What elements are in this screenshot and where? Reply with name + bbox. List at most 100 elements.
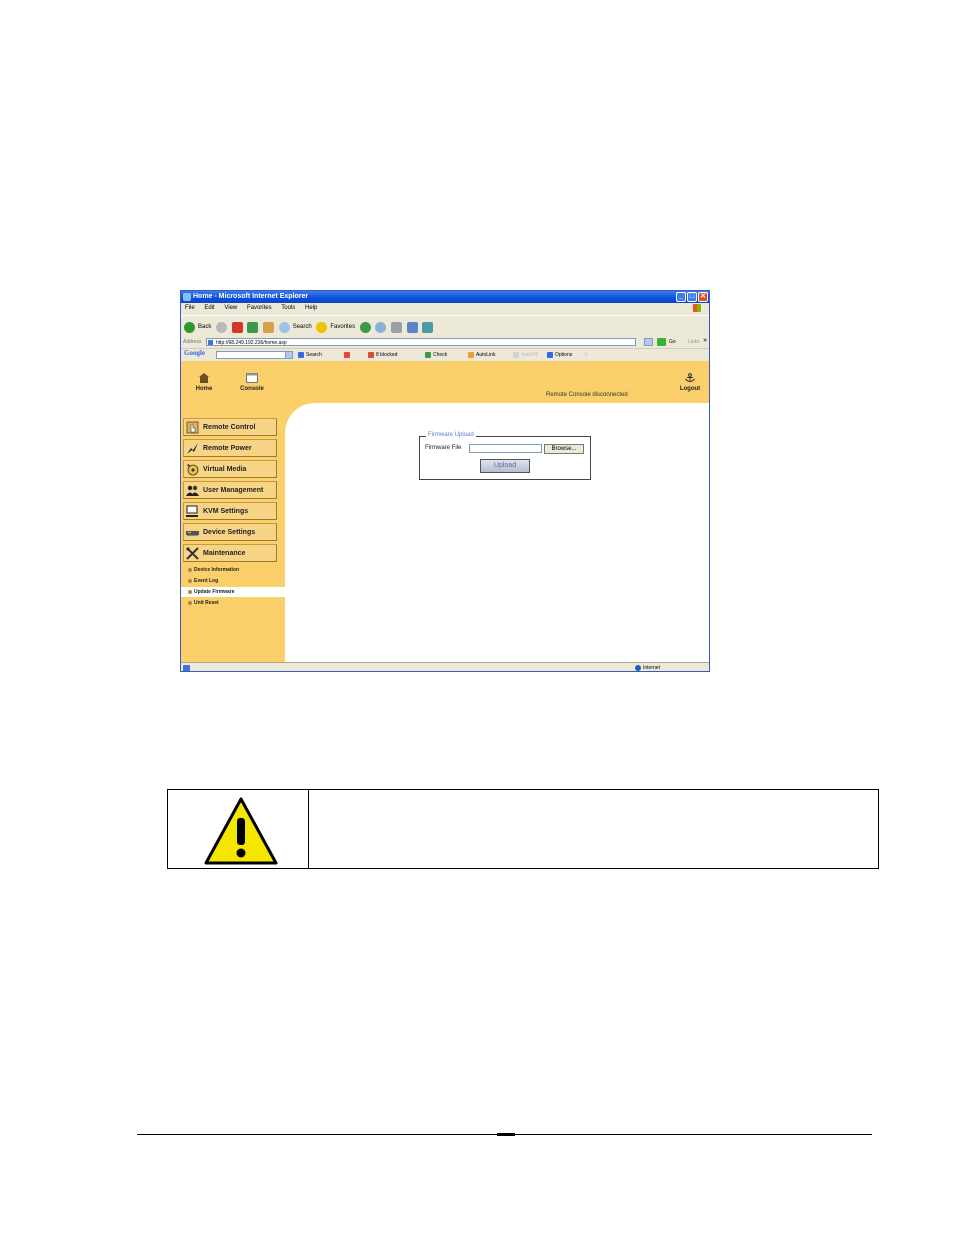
window-title: Home - Microsoft Internet Explorer bbox=[193, 293, 309, 300]
edit-icon[interactable] bbox=[406, 321, 418, 333]
logout-nav[interactable]: Logout bbox=[677, 373, 703, 392]
firmware-upload-form: Firmware Upload Firmware File Browse... … bbox=[419, 432, 591, 480]
links-button[interactable]: Links bbox=[688, 337, 700, 348]
console-status: Remote Console disconnected bbox=[546, 392, 628, 398]
search-icon[interactable] bbox=[278, 321, 290, 333]
google-toolbar: Google Search 8 blocked Check AutoLink A… bbox=[181, 348, 709, 361]
google-dropdown[interactable] bbox=[285, 351, 293, 359]
abc-check-icon bbox=[425, 351, 431, 358]
favorites-button[interactable]: Favorites bbox=[330, 316, 355, 338]
home-icon[interactable] bbox=[263, 321, 275, 333]
page-icon bbox=[208, 340, 213, 345]
firmware-file-input[interactable] bbox=[469, 444, 542, 453]
submenu-event-log[interactable]: Event Log bbox=[181, 576, 285, 586]
menu-view[interactable]: View bbox=[224, 305, 237, 311]
ie-icon bbox=[183, 293, 191, 301]
menu-edit[interactable]: Edit bbox=[204, 305, 214, 311]
warning-table bbox=[167, 789, 879, 869]
pencil-icon[interactable]: ✎ bbox=[584, 349, 588, 361]
bullet-icon bbox=[188, 578, 192, 583]
anchor-icon bbox=[685, 373, 695, 382]
google-search-button[interactable]: Search bbox=[298, 349, 322, 361]
menu-remote-control[interactable]: Remote Control bbox=[183, 418, 277, 436]
autofill-icon bbox=[513, 351, 519, 358]
history-icon[interactable] bbox=[359, 321, 371, 333]
menu-device-settings[interactable]: Device Settings bbox=[183, 523, 277, 541]
google-options-button[interactable]: Options bbox=[547, 349, 572, 361]
messenger-icon[interactable] bbox=[422, 321, 434, 333]
autolink-button[interactable]: AutoLink bbox=[468, 349, 495, 361]
spell-check-button[interactable]: Check bbox=[425, 349, 447, 361]
warning-triangle-icon bbox=[204, 797, 278, 865]
go-button[interactable]: Go bbox=[669, 337, 676, 348]
search-button[interactable]: Search bbox=[293, 316, 312, 338]
go-arrow-icon[interactable] bbox=[657, 338, 666, 346]
browser-window: Home - Microsoft Internet Explorer _ □ ✕ F… bbox=[180, 290, 710, 672]
back-button[interactable]: Back bbox=[198, 316, 211, 338]
menu-label-remote-control: Remote Control bbox=[203, 424, 256, 431]
disc-icon bbox=[186, 463, 199, 476]
mail-icon[interactable] bbox=[375, 321, 387, 333]
submenu-update-firmware[interactable]: Update Firmware bbox=[181, 587, 285, 597]
logout-nav-label: Logout bbox=[679, 386, 701, 392]
menu-label-kvm-settings: KVM Settings bbox=[203, 508, 249, 515]
menu-bar: File Edit View Favorites Tools Help bbox=[181, 303, 709, 313]
google-news-icon[interactable] bbox=[344, 349, 352, 361]
forward-arrow-icon[interactable] bbox=[216, 321, 228, 333]
console-nav[interactable]: Console bbox=[238, 373, 266, 392]
header-curve bbox=[285, 403, 345, 463]
menu-label-maintenance: Maintenance bbox=[203, 550, 246, 557]
star-icon[interactable] bbox=[316, 321, 328, 333]
menu-tools[interactable]: Tools bbox=[281, 305, 295, 311]
home-nav[interactable]: Home bbox=[193, 373, 215, 392]
google-logo[interactable]: Google bbox=[184, 349, 205, 357]
stop-icon[interactable] bbox=[231, 321, 243, 333]
menu-label-virtual-media: Virtual Media bbox=[203, 466, 247, 473]
menu-virtual-media[interactable]: Virtual Media bbox=[183, 460, 277, 478]
globe-icon bbox=[635, 664, 641, 671]
popup-block-icon bbox=[368, 351, 374, 358]
tools-icon bbox=[186, 547, 199, 560]
firmware-file-label: Firmware File bbox=[425, 445, 462, 451]
browse-button[interactable]: Browse... bbox=[544, 444, 584, 454]
address-dropdown[interactable] bbox=[644, 338, 653, 346]
console-nav-label: Console bbox=[240, 386, 264, 392]
refresh-icon[interactable] bbox=[247, 321, 259, 333]
google-g-icon bbox=[298, 351, 304, 358]
menu-label-device-settings: Device Settings bbox=[203, 529, 256, 536]
upload-button[interactable]: Upload bbox=[480, 459, 530, 473]
security-zone: Internet bbox=[635, 663, 660, 671]
close-button[interactable]: ✕ bbox=[698, 292, 708, 302]
address-label: Address bbox=[183, 339, 202, 345]
menu-label-user-management: User Management bbox=[203, 487, 264, 494]
chevron-right-icon[interactable]: » bbox=[703, 335, 707, 346]
device-icon bbox=[186, 526, 199, 539]
status-bar: Internet bbox=[181, 662, 709, 671]
menu-file[interactable]: File bbox=[185, 305, 195, 311]
address-input[interactable]: http://68.249.192.236/home.asp bbox=[206, 338, 636, 346]
minimize-button[interactable]: _ bbox=[676, 292, 686, 302]
bullet-icon bbox=[188, 589, 192, 594]
zone-label: Internet bbox=[643, 665, 660, 671]
bullet-icon bbox=[188, 567, 192, 572]
maximize-button[interactable]: □ bbox=[687, 292, 697, 302]
menu-kvm-settings[interactable]: KVM Settings bbox=[183, 502, 277, 520]
menu-maintenance[interactable]: Maintenance bbox=[183, 544, 277, 562]
menu-user-management[interactable]: User Management bbox=[183, 481, 277, 499]
hand-pointer-icon bbox=[186, 421, 199, 434]
popup-blocker[interactable]: 8 blocked bbox=[368, 349, 397, 361]
menu-remote-power[interactable]: Remote Power bbox=[183, 439, 277, 457]
app-header: Home Console Remote Console disconnected… bbox=[181, 361, 709, 403]
google-search-input[interactable] bbox=[216, 351, 286, 359]
monitor-icon bbox=[186, 505, 199, 518]
submenu-unit-reset[interactable]: Unit Reset bbox=[181, 598, 285, 608]
autofill-button[interactable]: AutoFill bbox=[513, 349, 538, 361]
page-status-icon bbox=[183, 665, 190, 671]
back-arrow-icon[interactable] bbox=[184, 321, 195, 333]
menu-help[interactable]: Help bbox=[305, 305, 317, 311]
address-bar: Address http://68.249.192.236/home.asp G… bbox=[181, 337, 709, 348]
submenu-device-information[interactable]: Device Information bbox=[181, 565, 285, 575]
print-icon[interactable] bbox=[391, 321, 403, 333]
bullet-icon bbox=[188, 600, 192, 605]
menu-favorites[interactable]: Favorites bbox=[247, 305, 272, 311]
